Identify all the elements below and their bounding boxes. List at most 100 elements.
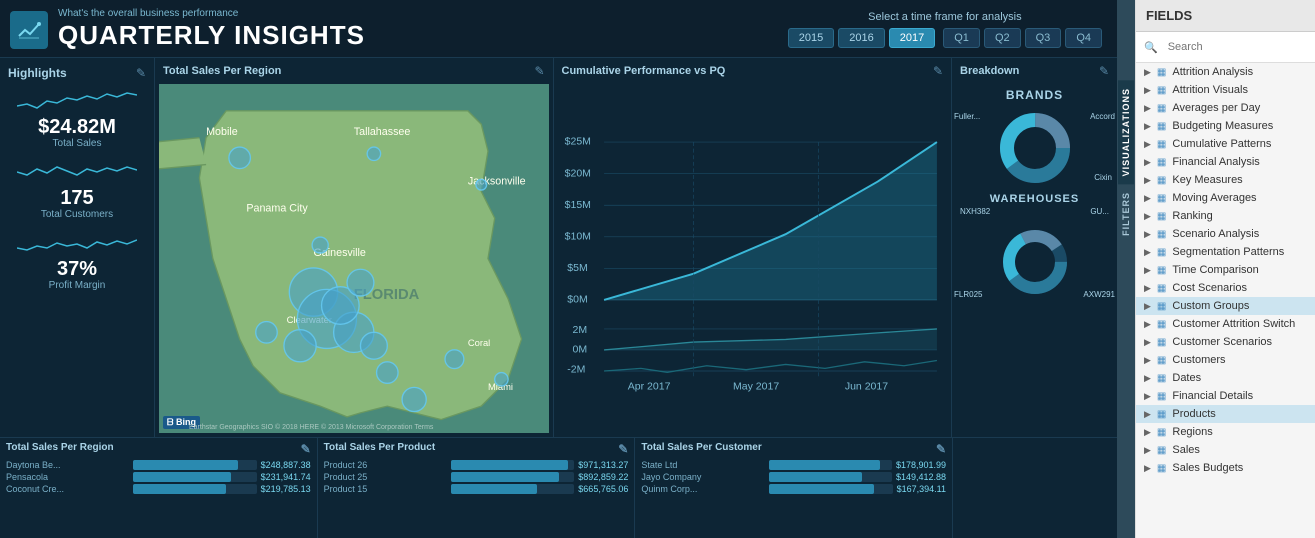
total-sales-label: Total Sales <box>53 138 102 149</box>
field-table-icon: ▦ <box>1157 247 1166 258</box>
field-label: Dates <box>1172 372 1307 384</box>
brands-title: BRANDS <box>952 88 1117 102</box>
q1-button[interactable]: Q1 <box>943 28 980 48</box>
gu-label: GU... <box>1090 207 1109 216</box>
customer-bar-fill-2 <box>769 484 874 494</box>
quarter-buttons: Q1 Q2 Q3 Q4 <box>943 28 1102 48</box>
field-item[interactable]: ▶ ▦ Dates <box>1136 369 1315 387</box>
product-bar-1 <box>451 472 574 482</box>
field-item[interactable]: ▶ ▦ Budgeting Measures <box>1136 117 1315 135</box>
q2-button[interactable]: Q2 <box>984 28 1021 48</box>
search-input[interactable] <box>1162 38 1307 56</box>
field-table-icon: ▦ <box>1157 337 1166 348</box>
field-table-icon: ▦ <box>1157 283 1166 294</box>
edit-icon[interactable]: ✎ <box>136 66 146 80</box>
profit-margin-sparkline <box>17 228 137 258</box>
bottom-product-edit[interactable]: ✎ <box>618 442 628 456</box>
field-item[interactable]: ▶ ▦ Attrition Analysis <box>1136 63 1315 81</box>
field-item[interactable]: ▶ ▦ Scenario Analysis <box>1136 225 1315 243</box>
customer-row-1: Jayo Company $149,412.88 <box>641 472 946 482</box>
product-bar-fill-2 <box>451 484 537 494</box>
field-item[interactable]: ▶ ▦ Customer Scenarios <box>1136 333 1315 351</box>
field-chevron-icon: ▶ <box>1144 265 1151 276</box>
region-value-1: $231,941.74 <box>261 472 311 482</box>
field-item[interactable]: ▶ ▦ Sales Budgets <box>1136 459 1315 477</box>
bottom-row: Total Sales Per Region ✎ Daytona Be... $… <box>0 438 1117 538</box>
fields-panel: FIELDS 🔍 ▶ ▦ Attrition Analysis ▶ ▦ Attr… <box>1135 0 1315 538</box>
field-item[interactable]: ▶ ▦ Custom Groups <box>1136 297 1315 315</box>
field-table-icon: ▦ <box>1157 67 1166 78</box>
field-table-icon: ▦ <box>1157 139 1166 150</box>
field-item[interactable]: ▶ ▦ Regions <box>1136 423 1315 441</box>
field-item[interactable]: ▶ ▦ Averages per Day <box>1136 99 1315 117</box>
field-item[interactable]: ▶ ▦ Products <box>1136 405 1315 423</box>
header-subtitle: What's the overall business performance <box>58 8 788 19</box>
breakdown-edit-icon[interactable]: ✎ <box>1099 64 1109 78</box>
svg-text:Mobile: Mobile <box>206 126 238 138</box>
field-item[interactable]: ▶ ▦ Cost Scenarios <box>1136 279 1315 297</box>
year-2017-button[interactable]: 2017 <box>889 28 935 48</box>
field-item[interactable]: ▶ ▦ Time Comparison <box>1136 261 1315 279</box>
year-2016-button[interactable]: 2016 <box>838 28 884 48</box>
svg-text:$0M: $0M <box>567 294 587 306</box>
time-frame-label: Select a time frame for analysis <box>868 11 1021 23</box>
axw291-label: AXW291 <box>1083 290 1115 299</box>
field-item[interactable]: ▶ ▦ Sales <box>1136 441 1315 459</box>
field-item[interactable]: ▶ ▦ Segmentation Patterns <box>1136 243 1315 261</box>
header-text: What's the overall business performance … <box>58 8 788 51</box>
map-edit-icon[interactable]: ✎ <box>534 64 544 78</box>
total-sales-value: $24.82M <box>38 116 116 138</box>
field-item[interactable]: ▶ ▦ Customers <box>1136 351 1315 369</box>
customer-row-0: State Ltd $178,901.99 <box>641 460 946 470</box>
q4-button[interactable]: Q4 <box>1065 28 1102 48</box>
product-bar-0 <box>451 460 574 470</box>
field-chevron-icon: ▶ <box>1144 283 1151 294</box>
cumulative-edit-icon[interactable]: ✎ <box>933 64 943 78</box>
field-label: Key Measures <box>1172 174 1307 186</box>
field-item[interactable]: ▶ ▦ Ranking <box>1136 207 1315 225</box>
customer-bar-2 <box>769 484 893 494</box>
total-customers-label: Total Customers <box>41 209 113 220</box>
visualizations-tab[interactable]: VISUALIZATIONS <box>1118 80 1134 184</box>
bottom-customer-edit[interactable]: ✎ <box>936 442 946 456</box>
field-chevron-icon: ▶ <box>1144 427 1151 438</box>
total-customers-block: 175 Total Customers <box>8 157 146 220</box>
bottom-region-edit[interactable]: ✎ <box>301 442 311 456</box>
side-tabs: VISUALIZATIONS FILTERS <box>1117 0 1135 538</box>
year-2015-button[interactable]: 2015 <box>788 28 834 48</box>
field-item[interactable]: ▶ ▦ Moving Averages <box>1136 189 1315 207</box>
field-table-icon: ▦ <box>1157 229 1166 240</box>
field-item[interactable]: ▶ ▦ Key Measures <box>1136 171 1315 189</box>
field-table-icon: ▦ <box>1157 175 1166 186</box>
field-item[interactable]: ▶ ▦ Financial Details <box>1136 387 1315 405</box>
breakdown-spacer <box>952 438 1117 538</box>
bottom-product-title: Total Sales Per Product <box>324 442 436 456</box>
warehouses-donut-svg <box>985 222 1085 297</box>
field-label: Regions <box>1172 426 1307 438</box>
fields-header: FIELDS <box>1136 0 1315 32</box>
highlights-header: Highlights ✎ <box>8 66 146 80</box>
field-item[interactable]: ▶ ▦ Cumulative Patterns <box>1136 135 1315 153</box>
region-bar-fill-2 <box>133 484 225 494</box>
total-customers-value: 175 <box>60 187 93 209</box>
highlights-title: Highlights <box>8 66 67 80</box>
region-label-2: Coconut Cre... <box>6 484 129 494</box>
cumulative-header: Cumulative Performance vs PQ ✎ <box>554 58 952 84</box>
field-label: Cost Scenarios <box>1172 282 1307 294</box>
field-item[interactable]: ▶ ▦ Customer Attrition Switch <box>1136 315 1315 333</box>
field-item[interactable]: ▶ ▦ Attrition Visuals <box>1136 81 1315 99</box>
field-table-icon: ▦ <box>1157 427 1166 438</box>
bottom-product-header: Total Sales Per Product ✎ <box>324 442 629 456</box>
product-row-1: Product 25 $892,859.22 <box>324 472 629 482</box>
brands-donut-container: Fuller... Accord Cixin <box>952 104 1117 187</box>
filters-tab[interactable]: FILTERS <box>1118 184 1134 244</box>
svg-text:$15M: $15M <box>564 199 590 211</box>
q3-button[interactable]: Q3 <box>1025 28 1062 48</box>
nxh382-label: NXH382 <box>960 207 990 216</box>
field-table-icon: ▦ <box>1157 445 1166 456</box>
customer-bar-fill-1 <box>769 472 863 482</box>
field-table-icon: ▦ <box>1157 157 1166 168</box>
cumulative-chart-svg: $25M $20M $15M $10M $5M $0M 2M 0M -2M <box>562 88 944 433</box>
field-label: Custom Groups <box>1172 300 1307 312</box>
field-item[interactable]: ▶ ▦ Financial Analysis <box>1136 153 1315 171</box>
